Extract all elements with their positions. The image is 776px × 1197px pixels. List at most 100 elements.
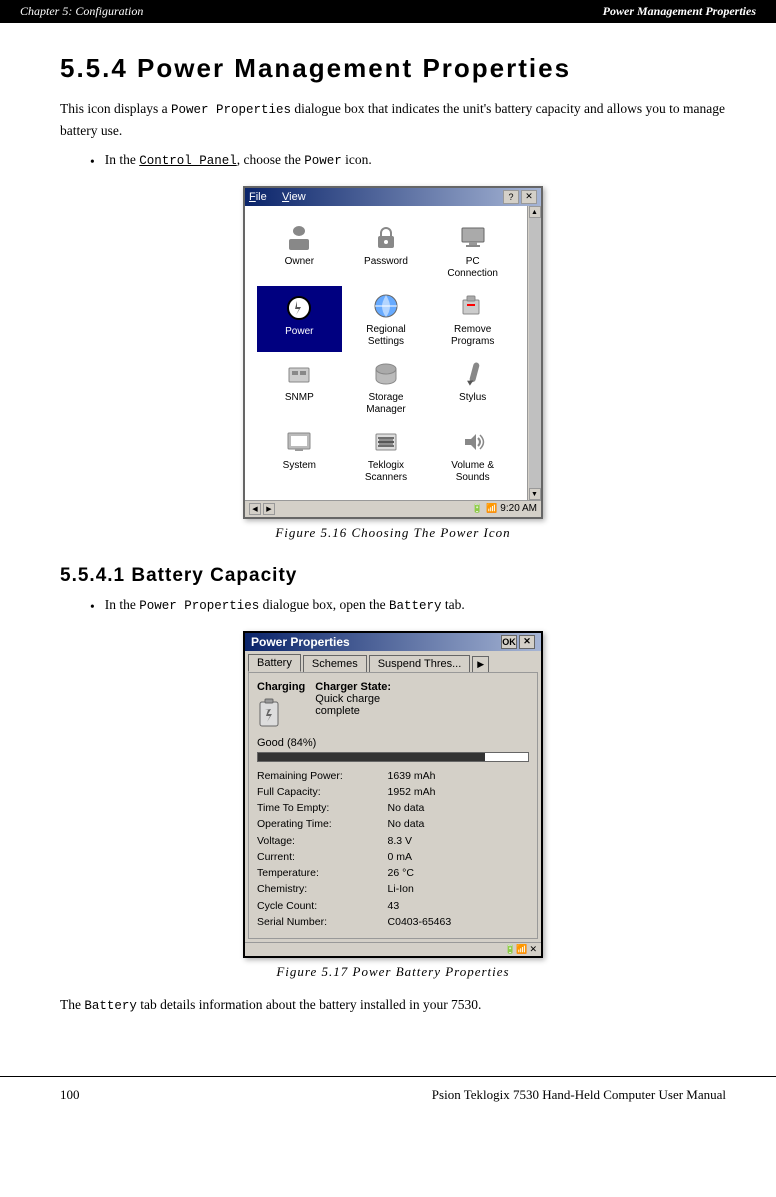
data-value-4: 8.3 V <box>388 833 529 849</box>
tab-suspend[interactable]: Suspend Thres... <box>369 655 471 672</box>
pp-tab-content: Charging Charger State: Quick chargecomp… <box>248 672 538 940</box>
owner-icon <box>283 222 315 254</box>
section-label: Power Management Properties <box>603 4 756 19</box>
status-battery-icon: 🔋 <box>472 503 483 514</box>
data-label-8: Cycle Count: <box>257 898 388 914</box>
pp-close-btn[interactable]: ✕ <box>519 635 535 649</box>
cp-bottom-bar: ◀ ▶ 🔋 📶 9:20 AM <box>245 500 541 517</box>
pc-icon <box>457 222 489 254</box>
figure-516-container: File View ? ✕ Owner <box>60 186 726 541</box>
figure-517-container: Power Properties OK ✕ Battery Schemes Su… <box>60 631 726 981</box>
data-label-2: Time To Empty: <box>257 800 388 816</box>
scanner-icon <box>370 426 402 458</box>
status-signal-icon: 📶 <box>486 503 497 514</box>
page-header: Chapter 5: Configuration Power Managemen… <box>0 0 776 23</box>
pp-titlebar-buttons: OK ✕ <box>501 635 535 649</box>
cp-title: File View <box>249 191 306 203</box>
tab-schemes[interactable]: Schemes <box>303 655 367 672</box>
data-label-4: Voltage: <box>257 833 388 849</box>
snmp-label: SNMP <box>285 392 314 403</box>
cp-status-icons: 🔋 📶 9:20 AM <box>472 503 537 514</box>
scroll-up-btn[interactable]: ▲ <box>529 206 541 218</box>
footer-code: Battery <box>84 999 137 1013</box>
charging-label: Charging <box>257 681 305 693</box>
scroll-right-btn[interactable]: ▶ <box>263 503 275 515</box>
cp-icon-owner[interactable]: Owner <box>257 218 342 284</box>
owner-label: Owner <box>285 256 314 267</box>
cp-icon-password[interactable]: Password <box>344 218 429 284</box>
battery-bar-fill <box>258 753 485 761</box>
scroll-left-btn[interactable]: ◀ <box>249 503 261 515</box>
data-row-9: Serial Number: C0403-65463 <box>257 914 529 930</box>
pp-tabs: Battery Schemes Suspend Thres... ▶ <box>245 651 541 672</box>
storage-label: StorageManager <box>366 392 405 416</box>
pp-data-table: Remaining Power: 1639 mAh Full Capacity:… <box>257 768 529 931</box>
footer-body-text: The Battery tab details information abou… <box>60 994 726 1016</box>
charger-state-value: Quick chargecomplete <box>315 693 391 717</box>
data-row-6: Temperature: 26 °C <box>257 865 529 881</box>
cp-icon-system[interactable]: System <box>257 422 342 488</box>
cp-question-btn[interactable]: ? <box>503 190 519 204</box>
cp-scrollbar[interactable]: ▲ ▼ <box>527 206 541 500</box>
section-554-title: 5.5.4 Power Management Properties <box>60 53 726 84</box>
page-footer: 100 Psion Teklogix 7530 Hand-Held Comput… <box>0 1076 776 1113</box>
data-value-5: 0 mA <box>388 849 529 865</box>
page-number: 100 <box>60 1087 80 1103</box>
data-value-7: Li-Ion <box>388 881 529 897</box>
bullet-code-2: Power <box>304 154 342 168</box>
data-value-2: No data <box>388 800 529 816</box>
remove-icon <box>457 290 489 322</box>
section-554-body: This icon displays a Power Properties di… <box>60 98 726 142</box>
pp-ok-btn[interactable]: OK <box>501 635 517 649</box>
data-label-5: Current: <box>257 849 388 865</box>
data-value-8: 43 <box>388 898 529 914</box>
data-value-1: 1952 mAh <box>388 784 529 800</box>
remove-label: RemovePrograms <box>451 324 494 348</box>
cp-title-buttons: ? ✕ <box>503 190 537 204</box>
battery-bar <box>257 752 529 762</box>
cp-icon-stylus[interactable]: Stylus <box>430 354 515 420</box>
cp-icon-snmp[interactable]: SNMP <box>257 354 342 420</box>
page-content: 5.5.4 Power Management Properties This i… <box>0 23 776 1056</box>
pp-charging-section: Charging Charger State: Quick chargecomp… <box>257 681 529 731</box>
charging-icon <box>257 695 287 731</box>
cp-icon-pc[interactable]: PCConnection <box>430 218 515 284</box>
data-row-2: Time To Empty: No data <box>257 800 529 816</box>
body-code-1: Power Properties <box>171 103 291 117</box>
data-value-0: 1639 mAh <box>388 768 529 784</box>
tab-more[interactable]: ▶ <box>472 656 489 672</box>
data-row-4: Voltage: 8.3 V <box>257 833 529 849</box>
cp-icon-storage[interactable]: StorageManager <box>344 354 429 420</box>
data-value-6: 26 °C <box>388 865 529 881</box>
stylus-icon <box>457 358 489 390</box>
data-label-3: Operating Time: <box>257 816 388 832</box>
pc-label: PCConnection <box>447 256 498 280</box>
chapter-label: Chapter 5: Configuration <box>20 4 143 19</box>
scanner-label: TeklogixScanners <box>365 460 407 484</box>
data-label-6: Temperature: <box>257 865 388 881</box>
bullet-2: • In the Power Properties dialogue box, … <box>90 597 726 615</box>
cp-icon-remove[interactable]: RemovePrograms <box>430 286 515 352</box>
data-label-1: Full Capacity: <box>257 784 388 800</box>
storage-icon <box>370 358 402 390</box>
bullet-1: • In the Control Panel, choose the Power… <box>90 152 726 170</box>
subsection-5541-title: 5.5.4.1 Battery Capacity <box>60 565 726 587</box>
cp-close-btn[interactable]: ✕ <box>521 190 537 204</box>
tab-battery[interactable]: Battery <box>248 654 301 672</box>
bullet-code-1: Control Panel <box>139 154 237 168</box>
data-label-9: Serial Number: <box>257 914 388 930</box>
power-properties-window: Power Properties OK ✕ Battery Schemes Su… <box>243 631 543 959</box>
data-row-5: Current: 0 mA <box>257 849 529 865</box>
cp-icon-scanner[interactable]: TeklogixScanners <box>344 422 429 488</box>
battery-good-label: Good (84%) <box>257 737 529 749</box>
stylus-label: Stylus <box>459 392 486 403</box>
password-label: Password <box>364 256 408 267</box>
data-row-3: Operating Time: No data <box>257 816 529 832</box>
volume-label: Volume &Sounds <box>451 460 494 484</box>
data-row-7: Chemistry: Li-Ion <box>257 881 529 897</box>
pp-title: Power Properties <box>251 635 350 649</box>
cp-icon-regional[interactable]: RegionalSettings <box>344 286 429 352</box>
cp-icon-volume[interactable]: Volume &Sounds <box>430 422 515 488</box>
cp-icon-power[interactable]: Power <box>257 286 342 352</box>
scroll-down-btn[interactable]: ▼ <box>529 488 541 500</box>
